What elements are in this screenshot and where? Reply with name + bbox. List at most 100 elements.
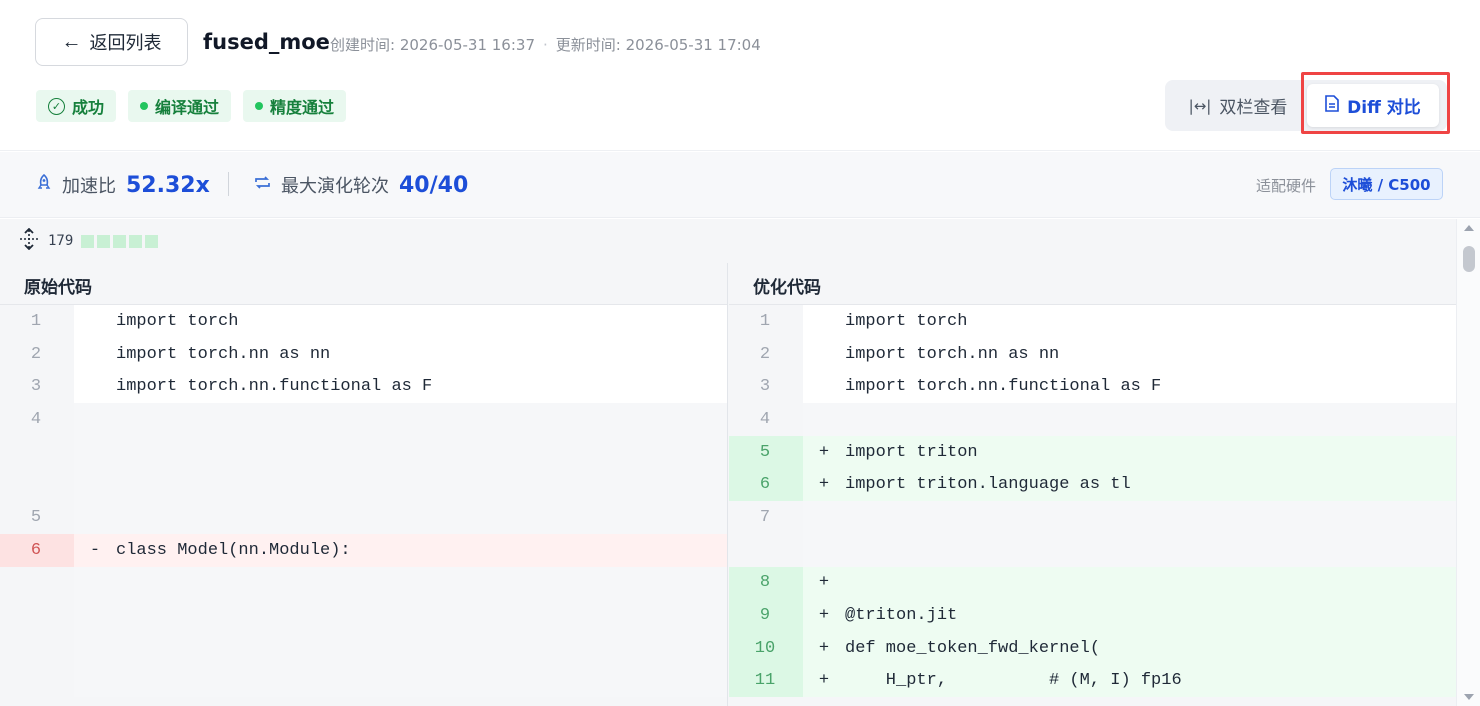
code-line: 4 — [0, 403, 727, 436]
line-number — [0, 468, 74, 502]
line-number: 3 — [729, 370, 803, 404]
speedup-stat: 加速比 52.32x — [36, 152, 210, 218]
code-line: 11 + H_ptr, # (M, I) fp16 — [729, 664, 1456, 698]
code-text: import torch.nn as nn — [845, 337, 1456, 371]
diff-sign — [803, 305, 845, 338]
original-code-title: 原始代码 — [0, 263, 727, 305]
line-number: 11 — [729, 664, 803, 698]
diff-sign — [74, 435, 116, 469]
code-text: import torch.nn.functional as F — [845, 370, 1456, 404]
diff-sign: + — [803, 664, 845, 698]
line-number — [0, 631, 74, 665]
code-text — [845, 403, 1456, 436]
code-line: 9 + @triton.jit — [729, 599, 1456, 632]
diff-sign — [803, 370, 845, 404]
dual-view-button[interactable]: |↔| 双栏查看 — [1169, 84, 1307, 127]
line-number: 4 — [0, 403, 74, 436]
diff-sign — [74, 664, 116, 698]
back-to-list-button[interactable]: ← 返回列表 — [35, 18, 188, 66]
status-badge-accuracy: 精度通过 — [243, 90, 347, 122]
line-number — [729, 533, 803, 567]
speedup-value: 52.32x — [126, 172, 210, 198]
hardware-label: 适配硬件 — [1256, 177, 1317, 195]
line-number: 6 — [729, 468, 803, 502]
dual-view-label: 双栏查看 — [1219, 98, 1288, 118]
line-number: 7 — [729, 501, 803, 534]
status-badge-success: ✓ 成功 — [36, 90, 117, 122]
change-square — [145, 234, 159, 248]
code-line: 5 — [0, 501, 727, 534]
stats-divider — [228, 172, 229, 196]
diff-sign — [803, 403, 845, 436]
diff-sign — [74, 599, 116, 632]
line-number: 10 — [729, 631, 803, 665]
hidden-lines-expander[interactable]: 179 — [0, 219, 1456, 263]
code-line: 7 — [729, 501, 1456, 534]
line-number — [0, 435, 74, 469]
code-text — [116, 599, 727, 632]
rounds-stat: 最大演化轮次 40/40 — [254, 152, 468, 218]
code-line — [0, 664, 727, 698]
badge-label: 精度通过 — [270, 98, 335, 117]
code-text — [116, 435, 727, 469]
code-line: 10 + def moe_token_fwd_kernel( — [729, 631, 1456, 665]
expand-arrows-icon — [18, 227, 40, 255]
diff-sign — [74, 566, 116, 600]
change-square — [113, 234, 127, 248]
line-number: 2 — [0, 337, 74, 371]
hardware-tag: 沐曦 / C500 — [1330, 168, 1443, 200]
timestamps: 创建时间: 2026-05-31 16:37 · 更新时间: 2026-05-31 … — [330, 34, 761, 55]
optimized-code-lines: 1 import torch 2 import torch.nn as nn 3 impo… — [729, 305, 1456, 698]
scroll-thumb[interactable] — [1463, 246, 1475, 272]
code-text: import triton — [845, 435, 1456, 469]
code-text — [116, 664, 727, 698]
code-text — [845, 566, 1456, 600]
diff-sign — [74, 631, 116, 665]
diff-sign — [74, 468, 116, 502]
diff-sign: + — [803, 435, 845, 469]
line-number — [0, 566, 74, 600]
diff-sign — [803, 337, 845, 371]
hidden-lines-count: 179 — [48, 233, 74, 249]
rounds-label: 最大演化轮次 — [281, 176, 389, 197]
scroll-down-icon[interactable] — [1464, 694, 1474, 700]
code-line — [0, 631, 727, 665]
line-number: 1 — [0, 305, 74, 338]
document-icon — [1325, 94, 1339, 117]
code-line: 2 import torch.nn as nn — [729, 337, 1456, 371]
code-line — [0, 435, 727, 469]
diff-sign: + — [803, 631, 845, 665]
diff-sign: + — [803, 599, 845, 632]
line-number: 6 — [0, 533, 74, 567]
change-square — [129, 234, 143, 248]
code-text: import torch — [116, 305, 727, 338]
diff-sign — [74, 501, 116, 534]
code-line — [0, 566, 727, 600]
line-number — [0, 664, 74, 698]
code-line: 6- class Model(nn.Module): — [0, 533, 727, 567]
line-number: 3 — [0, 370, 74, 404]
status-badges: ✓ 成功 编译通过 精度通过 — [36, 90, 347, 122]
code-text — [116, 501, 727, 534]
badge-label: 成功 — [72, 98, 105, 117]
view-mode-switch: |↔| 双栏查看 Diff 对比 — [1165, 80, 1447, 131]
rounds-value: 40/40 — [399, 172, 469, 198]
code-line: 3 import torch.nn.functional as F — [0, 370, 727, 404]
diff-sign — [803, 533, 845, 567]
diff-viewer: 179 原始代码 1 import torch 2 import torch.nn a… — [0, 219, 1456, 706]
code-line: 6 + import triton.language as tl — [729, 468, 1456, 502]
vertical-scrollbar[interactable] — [1456, 219, 1480, 706]
diff-sign: + — [803, 468, 845, 502]
badge-label: 编译通过 — [155, 98, 220, 117]
optimized-code-title: 优化代码 — [729, 263, 1456, 305]
speedup-label: 加速比 — [62, 176, 116, 197]
scroll-up-icon[interactable] — [1464, 225, 1474, 231]
change-square — [97, 234, 111, 248]
original-code-lines: 1 import torch 2 import torch.nn as nn 3 impo… — [0, 305, 727, 698]
code-text — [845, 501, 1456, 534]
back-button-label: 返回列表 — [89, 33, 162, 53]
dot-icon — [255, 102, 264, 110]
line-number: 1 — [729, 305, 803, 338]
diff-sign — [74, 337, 116, 371]
diff-view-button[interactable]: Diff 对比 — [1307, 84, 1439, 127]
